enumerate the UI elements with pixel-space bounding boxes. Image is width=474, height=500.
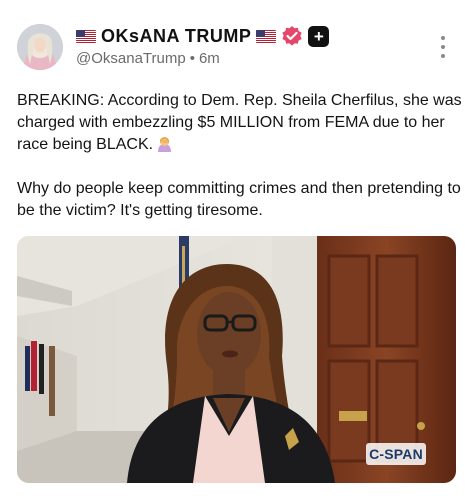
verified-badge-icon: [281, 25, 303, 47]
author-name-row: OKsANA TRUMP +: [76, 24, 330, 48]
us-flag-icon: [256, 29, 277, 43]
post-timestamp: 6m: [198, 50, 220, 67]
author-display-name[interactable]: OKsANA TRUMP: [101, 26, 251, 47]
separator-dot: •: [189, 50, 195, 67]
cspan-watermark: C-SPAN: [369, 446, 423, 462]
post-paragraph: BREAKING: According to Dem. Rep. Sheila …: [17, 90, 467, 156]
author-meta: @OksanaTrump • 6m: [76, 50, 220, 67]
more-vertical-icon-dot: [441, 54, 445, 58]
woman-facepalming-emoji-icon: [156, 135, 173, 152]
more-vertical-icon: [441, 36, 445, 40]
avatar-image: [17, 24, 63, 70]
us-flag-icon: [76, 29, 96, 43]
post-paragraph-text: BREAKING: According to Dem. Rep. Sheila …: [17, 92, 462, 153]
author-handle[interactable]: @OksanaTrump: [76, 50, 186, 67]
post-card[interactable]: OKsANA TRUMP + @OksanaTrump • 6m BREAKING:: [0, 0, 474, 500]
more-options-button[interactable]: [435, 36, 451, 58]
post-body: BREAKING: According to Dem. Rep. Sheila …: [17, 90, 467, 222]
avatar[interactable]: [17, 24, 63, 70]
post-paragraph: Why do people keep committing crimes and…: [17, 178, 467, 222]
post-paragraph-text: Why do people keep committing crimes and…: [17, 180, 461, 219]
plus-badge-icon: +: [308, 25, 330, 47]
more-vertical-icon-dot: [441, 45, 445, 49]
